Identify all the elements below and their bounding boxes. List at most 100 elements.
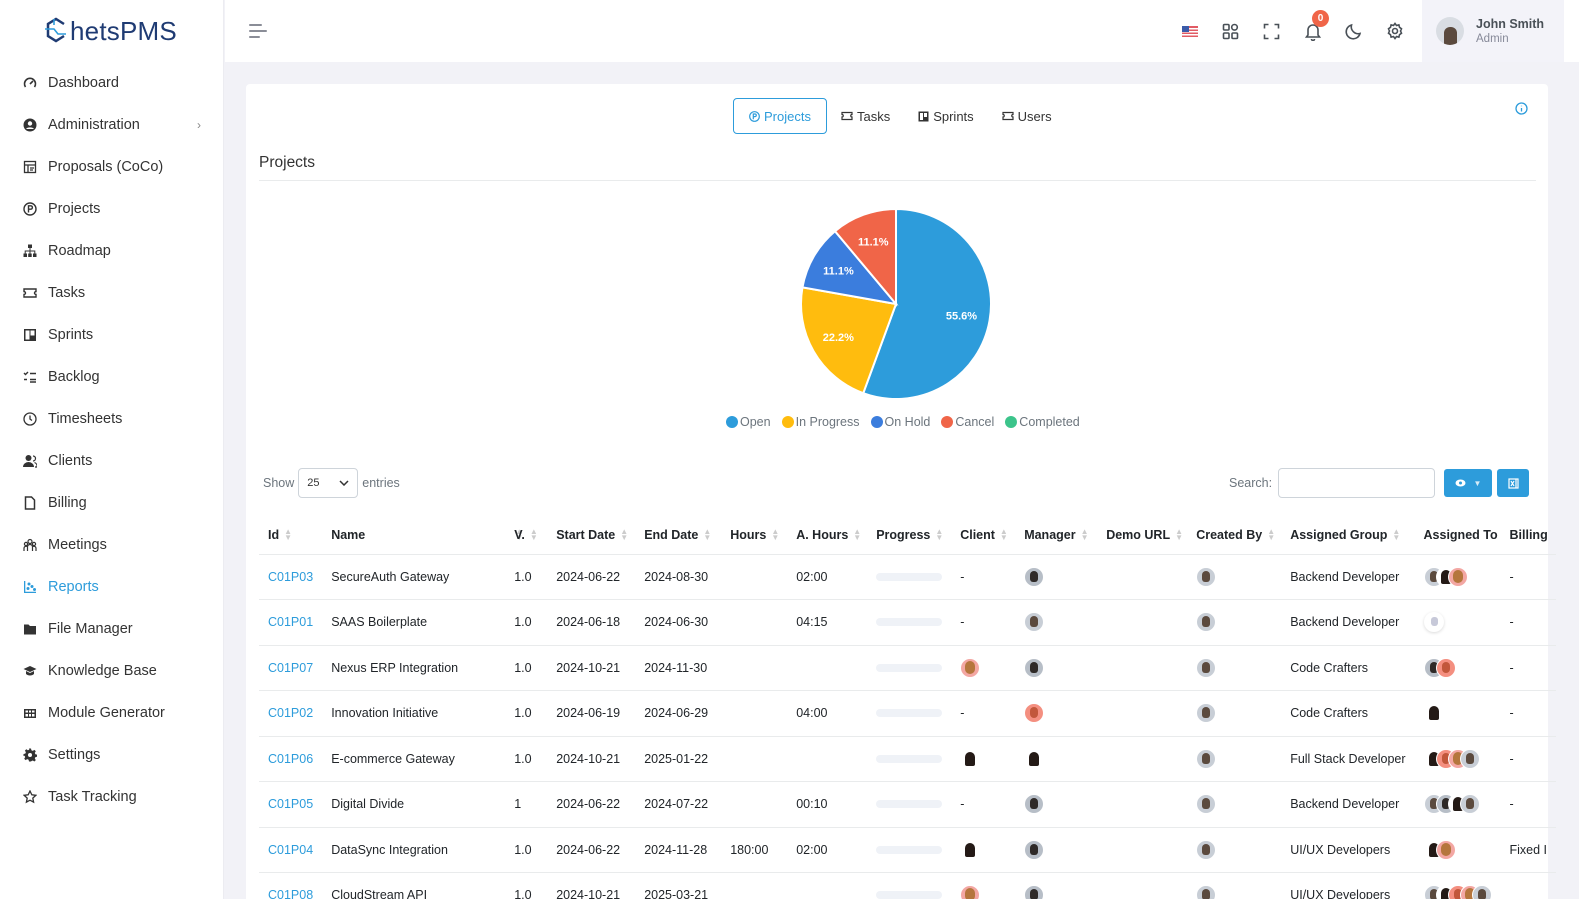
table-row[interactable]: C01P05 Digital Divide 1 2024-06-22 2024-07-2… <box>259 781 1557 828</box>
project-id-link[interactable]: C01P05 <box>268 797 313 811</box>
column-visibility-button[interactable]: ▼ <box>1444 469 1492 497</box>
client-avatar[interactable] <box>960 885 981 899</box>
tab-tasks[interactable]: Tasks <box>827 98 904 134</box>
sidebar-item-meetings[interactable]: Meetings <box>0 524 223 566</box>
column-header-created-by[interactable]: Created By ▲ ▼ <box>1187 516 1282 555</box>
sidebar-item-file-manager[interactable]: File Manager <box>0 608 223 650</box>
assignee-avatar[interactable] <box>1423 703 1444 724</box>
assignee-avatar[interactable] <box>1459 794 1480 815</box>
user-menu[interactable]: John Smith Admin <box>1422 0 1564 62</box>
app-logo[interactable]: hetsPMS <box>0 0 223 62</box>
sidebar-item-timesheets[interactable]: Timesheets <box>0 398 223 440</box>
column-header-demo-url[interactable]: Demo URL ▲ ▼ <box>1097 516 1188 555</box>
created-by-avatar[interactable] <box>1196 657 1217 678</box>
column-header-manager[interactable]: Manager ▲ ▼ <box>1015 516 1098 555</box>
sidebar-item-proposals-coco[interactable]: Proposals (CoCo) <box>0 146 223 188</box>
sidebar-item-backlog[interactable]: Backlog <box>0 356 223 398</box>
created-by-avatar[interactable] <box>1196 839 1217 860</box>
manager-avatar[interactable] <box>1024 657 1045 678</box>
manager-avatar[interactable] <box>1024 703 1045 724</box>
table-row[interactable]: C01P08 CloudStream API 1.0 2024-10-21 2025-0… <box>259 872 1557 899</box>
page-scrollbar[interactable] <box>1563 62 1579 899</box>
fullscreen-button[interactable] <box>1251 18 1292 44</box>
sidebar-item-clients[interactable]: Clients <box>0 440 223 482</box>
column-header-progress[interactable]: Progress ▲ ▼ <box>867 516 952 555</box>
manager-avatar[interactable] <box>1024 839 1045 860</box>
legend-item-in-progress[interactable]: In Progress <box>781 415 860 429</box>
assignee-avatar[interactable] <box>1435 657 1456 678</box>
sidebar-item-dashboard[interactable]: Dashboard <box>0 62 223 104</box>
project-id-link[interactable]: C01P07 <box>268 661 313 675</box>
assignee-avatar[interactable] <box>1435 839 1456 860</box>
table-row[interactable]: C01P04 DataSync Integration 1.0 2024-06-22 2… <box>259 827 1557 873</box>
client-avatar[interactable] <box>960 657 981 678</box>
export-excel-button[interactable] <box>1497 469 1529 497</box>
manager-avatar[interactable] <box>1024 612 1045 633</box>
column-header-hours[interactable]: Hours ▲ ▼ <box>721 516 788 555</box>
tab-projects[interactable]: Projects <box>733 98 827 134</box>
table-row[interactable]: C01P01 SAAS Boilerplate 1.0 2024-06-18 2024-… <box>259 599 1557 646</box>
sidebar-item-module-generator[interactable]: Module Generator <box>0 692 223 734</box>
created-by-avatar[interactable] <box>1196 748 1217 769</box>
created-by-avatar[interactable] <box>1196 703 1217 724</box>
language-flag-button[interactable] <box>1169 18 1210 44</box>
settings-button[interactable] <box>1374 18 1415 44</box>
project-id-link[interactable]: C01P03 <box>268 570 313 584</box>
created-by-avatar[interactable] <box>1196 612 1217 633</box>
table-row[interactable]: C01P07 Nexus ERP Integration 1.0 2024-10-21… <box>259 645 1557 691</box>
project-id-link[interactable]: C01P08 <box>268 888 313 899</box>
assignee-avatar[interactable] <box>1459 748 1480 769</box>
table-row[interactable]: C01P02 Innovation Initiative 1.0 2024-06-19… <box>259 690 1557 737</box>
sidebar-item-tasks[interactable]: Tasks <box>0 272 223 314</box>
sidebar-item-billing[interactable]: Billing <box>0 482 223 524</box>
tab-sprints[interactable]: Sprints <box>904 98 987 134</box>
client-avatar[interactable] <box>960 839 981 860</box>
project-id-link[interactable]: C01P01 <box>268 615 313 629</box>
search-input[interactable] <box>1278 468 1436 498</box>
manager-avatar[interactable] <box>1024 748 1045 769</box>
menu-toggle-button[interactable] <box>249 24 267 38</box>
legend-item-open[interactable]: Open <box>726 415 771 429</box>
created-by-avatar[interactable] <box>1196 794 1217 815</box>
created-by-avatar[interactable] <box>1196 566 1217 587</box>
sidebar-item-reports[interactable]: Reports <box>0 566 223 608</box>
column-header-v[interactable]: V. ▲ ▼ <box>505 516 548 555</box>
column-header-start-date[interactable]: Start Date ▲ ▼ <box>547 516 636 555</box>
client-avatar[interactable] <box>960 748 981 769</box>
column-header-id[interactable]: Id ▲ ▼ <box>259 516 323 555</box>
project-id-link[interactable]: C01P04 <box>268 843 313 857</box>
manager-avatar[interactable] <box>1024 885 1045 899</box>
project-id-link[interactable]: C01P06 <box>268 752 313 766</box>
sidebar-item-projects[interactable]: Projects <box>0 188 223 230</box>
tab-users[interactable]: Users <box>988 98 1066 134</box>
sidebar-item-roadmap[interactable]: Roadmap <box>0 230 223 272</box>
info-button[interactable] <box>1515 102 1528 120</box>
legend-item-on-hold[interactable]: On Hold <box>870 415 930 429</box>
notifications-button[interactable]: 0 <box>1292 10 1333 44</box>
apps-button[interactable] <box>1210 18 1251 44</box>
legend-item-completed[interactable]: Completed <box>1005 415 1080 429</box>
dark-mode-toggle[interactable] <box>1333 18 1374 44</box>
created-by-avatar[interactable] <box>1196 885 1217 899</box>
sidebar-item-administration[interactable]: Administration › <box>0 104 223 146</box>
sidebar-item-task-tracking[interactable]: Task Tracking <box>0 776 223 818</box>
entries-select[interactable]: 25 <box>298 468 359 498</box>
manager-avatar[interactable] <box>1024 566 1045 587</box>
assignee-avatar[interactable] <box>1471 885 1492 899</box>
sidebar-item-sprints[interactable]: Sprints <box>0 314 223 356</box>
column-header-a-hours[interactable]: A. Hours ▲ ▼ <box>787 516 868 555</box>
legend-item-cancel[interactable]: Cancel <box>941 415 994 429</box>
assignee-avatar[interactable] <box>1447 566 1468 587</box>
column-header-billing[interactable]: Billing <box>1500 516 1557 555</box>
column-header-assigned-to[interactable]: Assigned To <box>1414 516 1501 555</box>
column-header-name[interactable]: Name ▲ ▼ <box>322 516 523 555</box>
assignee-avatar[interactable] <box>1423 612 1444 633</box>
sidebar-item-knowledge-base[interactable]: Knowledge Base <box>0 650 223 692</box>
manager-avatar[interactable] <box>1024 794 1045 815</box>
project-id-link[interactable]: C01P02 <box>268 706 313 720</box>
sidebar-item-settings[interactable]: Settings <box>0 734 223 776</box>
column-header-client[interactable]: Client ▲ ▼ <box>951 516 1016 555</box>
table-row[interactable]: C01P06 E-commerce Gateway 1.0 2024-10-21 202… <box>259 736 1557 782</box>
column-header-assigned-group[interactable]: Assigned Group ▲ ▼ <box>1281 516 1415 555</box>
column-header-end-date[interactable]: End Date ▲ ▼ <box>635 516 722 555</box>
